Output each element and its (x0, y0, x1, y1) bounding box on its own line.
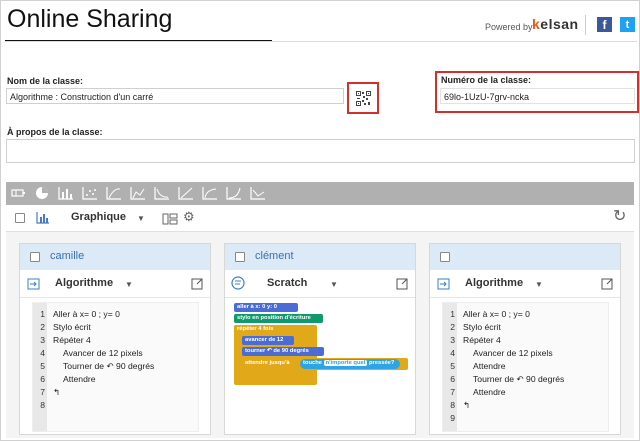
about-field[interactable] (6, 139, 635, 163)
class-number-label: Numéro de la classe: (441, 75, 532, 85)
chevron-down-icon[interactable]: ▼ (330, 280, 338, 289)
code-editor[interactable]: 1 Aller à x= 0 ; y= 0 2 Stylo écrit 3 Répét… (32, 302, 199, 432)
view-options-bar: Graphique ▼ ⚙ ↻ (6, 205, 634, 232)
card-toolbar: Scratch ▼ (225, 270, 415, 298)
student-name: camille (50, 250, 85, 262)
bar-chart-icon (36, 211, 50, 224)
curve-chart-icon[interactable] (106, 186, 122, 200)
key-pressed-block[interactable]: touche n'importe quel pressée? (300, 359, 400, 369)
line-chart-icon[interactable] (154, 186, 170, 200)
header-separator (585, 15, 586, 35)
card-toolbar: Algorithme ▼ (430, 270, 620, 298)
expand-icon[interactable] (601, 277, 613, 290)
powered-by-label: Powered by (485, 22, 533, 32)
header-divider (5, 41, 637, 42)
scatter-icon[interactable] (82, 186, 98, 200)
card-checkbox[interactable] (30, 252, 40, 262)
twitter-icon[interactable]: t (620, 17, 635, 32)
card-toolbar: Algorithme ▼ (20, 270, 210, 298)
class-name-label: Nom de la classe: (7, 76, 84, 86)
expand-icon[interactable] (191, 277, 203, 290)
language-select[interactable]: Algorithme (55, 277, 113, 289)
card-header: camille (20, 244, 210, 270)
chevron-down-icon[interactable]: ▼ (535, 280, 543, 289)
gear-icon[interactable]: ⚙ (183, 210, 195, 224)
code-editor[interactable]: 1 Aller à x= 0 ; y= 0 2 Stylo écrit 3 Répét… (442, 302, 609, 432)
turn-block[interactable]: tourner ↶ de 90 degrés (242, 347, 324, 356)
brand-logo[interactable]: kelsan (532, 16, 579, 32)
linear-chart-icon[interactable] (178, 186, 194, 200)
exp-chart-icon[interactable] (226, 186, 242, 200)
card-header: clément (225, 244, 415, 270)
student-card-camille: camille Algorithme ▼ 1 Aller à x= 0 ; y= … (19, 243, 211, 435)
expand-icon[interactable] (396, 277, 408, 290)
page-title: Online Sharing (7, 5, 173, 33)
scratch-icon (231, 276, 245, 290)
refresh-icon[interactable]: ↻ (613, 208, 626, 226)
student-name: clément (255, 250, 294, 262)
about-label: À propos de la classe: (7, 127, 103, 137)
student-card-clement: clément Scratch ▼ aller à x: 0 y: 0 styl… (224, 243, 416, 435)
facebook-icon[interactable]: f (597, 17, 612, 32)
online-sharing-page: Online Sharing Powered by kelsan f t Nom… (0, 0, 640, 441)
export-icon[interactable] (437, 277, 450, 290)
card-checkbox[interactable] (440, 252, 450, 262)
student-card-unnamed: Algorithme ▼ 1 Aller à x= 0 ; y= 0 2 Stylo… (429, 243, 621, 435)
view-select[interactable]: Graphique (71, 211, 126, 223)
class-number-field[interactable]: 69lo-1UzU-7grv-ncka (440, 88, 635, 104)
battery-icon[interactable] (10, 186, 26, 200)
area-chart-icon[interactable] (130, 186, 146, 200)
pen-down-block[interactable]: stylo en position d'écriture (234, 314, 323, 323)
select-all-checkbox[interactable] (15, 213, 25, 223)
qr-code-button[interactable] (347, 82, 379, 114)
language-select[interactable]: Scratch (267, 277, 307, 289)
language-select[interactable]: Algorithme (465, 277, 523, 289)
scratch-script[interactable]: aller à x: 0 y: 0 stylo en position d'éc… (232, 301, 412, 391)
wait-until-block[interactable]: attendre jusqu'à touche n'importe quel p… (242, 358, 408, 370)
export-icon[interactable] (27, 277, 40, 290)
goto-block[interactable]: aller à x: 0 y: 0 (234, 303, 298, 312)
class-name-field[interactable]: Algorithme : Construction d'un carré (6, 88, 344, 104)
power-chart-icon[interactable] (250, 186, 266, 200)
qr-code-icon (356, 91, 371, 106)
pie-chart-icon[interactable] (34, 186, 50, 200)
log-chart-icon[interactable] (202, 186, 218, 200)
chevron-down-icon[interactable]: ▼ (125, 280, 133, 289)
chevron-down-icon[interactable]: ▼ (137, 214, 145, 223)
card-checkbox[interactable] (235, 252, 245, 262)
move-block[interactable]: avancer de 12 (242, 336, 294, 345)
chart-type-toolbar (6, 182, 634, 205)
card-header (430, 244, 620, 270)
bar-chart-icon[interactable] (58, 186, 74, 200)
layout-icon[interactable] (162, 212, 178, 225)
